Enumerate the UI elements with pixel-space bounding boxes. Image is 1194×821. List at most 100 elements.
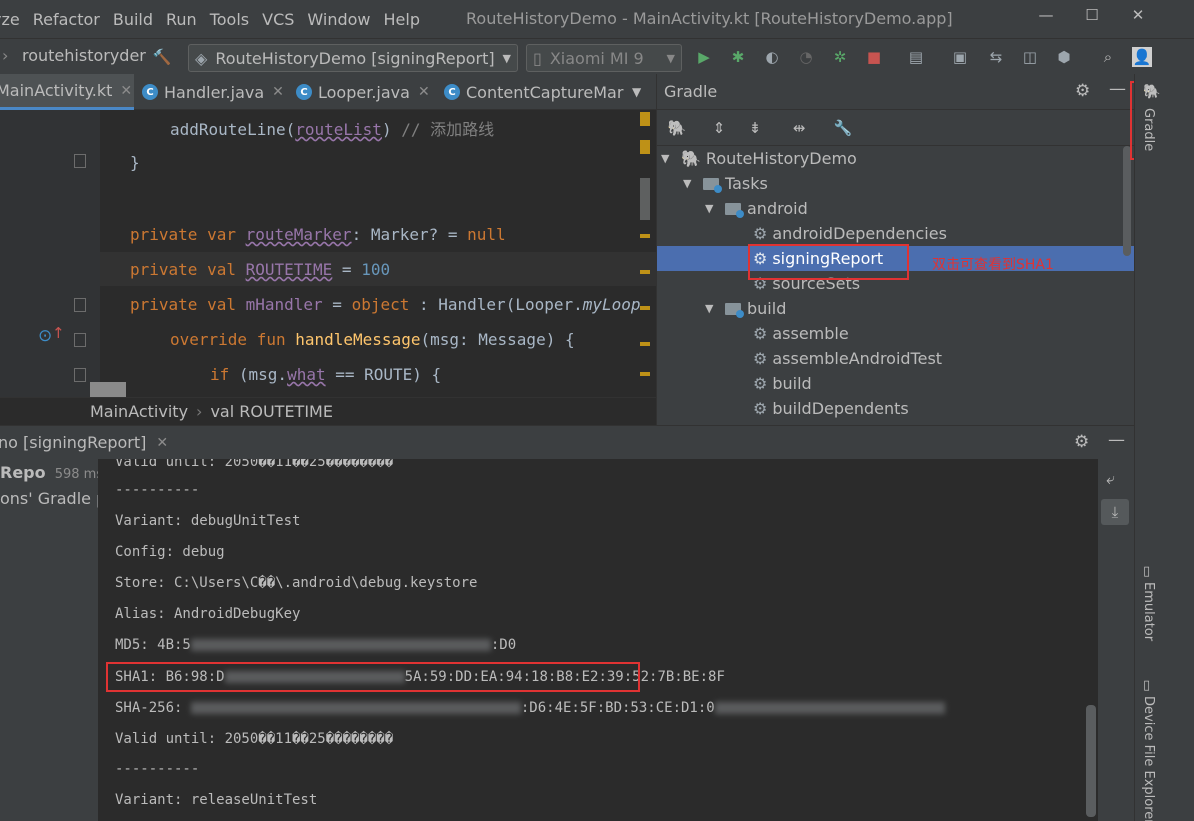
menu-window[interactable]: Window <box>307 10 370 29</box>
resource-icon[interactable]: ⬢ <box>1054 47 1074 67</box>
tab-label: Handler.java <box>164 82 265 102</box>
device-select[interactable]: ▯ Xiaomi MI 9 ▼ <box>526 44 682 72</box>
tree-item-androiddependencies[interactable]: ⚙ androidDependencies <box>753 221 947 246</box>
avatar[interactable]: 👤 <box>1132 47 1152 67</box>
fold-icon[interactable] <box>74 154 86 168</box>
sync-icon[interactable]: ▤ <box>906 47 926 67</box>
warning-marker[interactable] <box>640 306 650 310</box>
tab-looper[interactable]: C Looper.java ✕ <box>296 74 430 110</box>
breadcrumb-member[interactable]: val ROUTETIME <box>210 402 333 421</box>
override-marker-icon[interactable]: ⊙ <box>38 326 52 346</box>
run-config-select[interactable]: ◈ RouteHistoryDemo [signingReport] ▼ <box>188 44 518 72</box>
scroll-to-end-icon[interactable]: ⤓ <box>1101 499 1129 525</box>
menu-bar: yze Refactor Build Run Tools VCS Window … <box>0 0 1194 38</box>
gear-icon: ⚙ <box>753 399 768 418</box>
highlight-box-signingreport <box>748 244 909 280</box>
expand-all-icon[interactable]: ⇕ <box>709 118 729 138</box>
code-line-4: private val ROUTETIME = 100 <box>130 260 391 279</box>
warning-marker[interactable] <box>640 140 650 154</box>
debug-icon[interactable]: ✱ <box>728 47 748 67</box>
console-output[interactable]: Valid until: 2050��11��25�������� ------… <box>98 459 1098 821</box>
menu-analyze[interactable]: yze <box>0 10 20 29</box>
attach-debugger-icon[interactable]: ✲ <box>830 47 850 67</box>
menu-refactor[interactable]: Refactor <box>33 10 100 29</box>
highlight-box-sha1 <box>106 662 640 692</box>
hide-panel-icon[interactable]: — <box>1108 430 1125 450</box>
gradle-title: Gradle <box>664 82 718 101</box>
warning-marker[interactable] <box>640 342 650 346</box>
tab-mainactivity[interactable]: MainActivity.kt ✕ <box>0 74 134 110</box>
close-window-button[interactable]: ✕ <box>1128 6 1148 26</box>
wrench-icon[interactable]: 🔧 <box>833 118 853 138</box>
warning-marker[interactable] <box>640 234 650 238</box>
breadcrumb-class[interactable]: MainActivity <box>90 402 188 421</box>
tree-item-tasks[interactable]: ▼ Tasks <box>683 171 768 196</box>
fold-icon[interactable] <box>74 298 86 312</box>
console-line: Store: C:\Users\C��\.android\debug.keyst… <box>115 575 478 591</box>
run-tab-label[interactable]: no [signingReport] <box>0 433 146 452</box>
emulator-tool-tab[interactable]: Emulator <box>1141 582 1156 641</box>
chevron-down-icon: ▼ <box>666 51 675 65</box>
tree-item-builddependents[interactable]: ⚙ buildDependents <box>753 396 909 421</box>
horizontal-scrollbar[interactable] <box>90 382 126 397</box>
warning-marker[interactable] <box>640 372 650 376</box>
close-icon[interactable]: ✕ <box>156 435 168 451</box>
class-icon: C <box>142 84 158 100</box>
maximize-button[interactable]: ☐ <box>1082 6 1102 26</box>
minimize-button[interactable]: — <box>1036 6 1056 26</box>
layout-inspector-icon[interactable]: ◫ <box>1020 47 1040 67</box>
soft-wrap-icon[interactable]: ⤶ <box>1106 469 1115 489</box>
fold-icon[interactable] <box>74 368 86 382</box>
tree-item-android[interactable]: ▼ android <box>705 196 808 221</box>
gradle-tool-tab[interactable]: Gradle <box>1141 108 1156 151</box>
close-icon[interactable]: ✕ <box>418 84 430 100</box>
run-icon[interactable]: ▶ <box>694 47 714 67</box>
menu-vcs[interactable]: VCS <box>262 10 294 29</box>
tree-item-build-folder[interactable]: ▼ build <box>705 296 786 321</box>
scroll-thumb[interactable] <box>640 178 650 220</box>
menu-tools[interactable]: Tools <box>210 10 249 29</box>
warning-marker[interactable] <box>640 112 650 126</box>
device-explorer-tool-tab[interactable]: Device File Explorer <box>1141 696 1156 821</box>
chevron-right-icon: › <box>2 46 9 65</box>
elephant-reload-icon[interactable]: 🐘 <box>667 118 687 138</box>
project-name[interactable]: routehistoryder <box>22 46 146 65</box>
menu-build[interactable]: Build <box>113 10 153 29</box>
run-tree-item[interactable]: Repo 598 ms <box>0 463 98 482</box>
offline-mode-icon[interactable]: ⇹ <box>789 118 809 138</box>
tab-contentcapture[interactable]: C ContentCaptureMar <box>444 74 623 110</box>
gradle-scrollbar[interactable] <box>1123 146 1131 256</box>
gear-icon[interactable]: ⚙ <box>1074 432 1089 452</box>
tab-handler[interactable]: C Handler.java ✕ <box>142 74 284 110</box>
stop-icon[interactable]: ■ <box>864 47 884 67</box>
tab-overflow-chevron-icon[interactable]: ▼ <box>632 74 641 110</box>
hide-panel-icon[interactable]: — <box>1109 79 1126 99</box>
sdk-manager-icon[interactable]: ⇆ <box>986 47 1006 67</box>
collapse-all-icon[interactable]: ⇟ <box>745 118 765 138</box>
avd-manager-icon[interactable]: ▣ <box>950 47 970 67</box>
console-line: Config: debug <box>115 544 225 560</box>
tree-item-assembleandroidtest[interactable]: ⚙ assembleAndroidTest <box>753 346 942 371</box>
close-icon[interactable]: ✕ <box>272 84 284 100</box>
coverage-icon[interactable]: ◐ <box>762 47 782 67</box>
menu-run[interactable]: Run <box>166 10 197 29</box>
warning-marker[interactable] <box>640 270 650 274</box>
hammer-icon[interactable]: 🔨 <box>152 47 172 67</box>
menu-help[interactable]: Help <box>384 10 420 29</box>
elephant-icon: 🐘 <box>1143 84 1161 100</box>
close-icon[interactable]: ✕ <box>120 83 132 99</box>
fold-icon[interactable] <box>74 333 86 347</box>
breadcrumb: MainActivity › val ROUTETIME <box>0 397 656 425</box>
device-icon: ▯ <box>1143 678 1151 693</box>
emulator-icon: ▯ <box>1143 564 1151 579</box>
tree-item-build[interactable]: ⚙ build <box>753 371 812 396</box>
console-toolbar: ⤶ ⤓ <box>1098 459 1134 821</box>
console-scrollbar[interactable] <box>1086 705 1096 817</box>
code-editor[interactable]: ⊙ ↑ addRouteLine(routeList) // 添加路线 } pr… <box>0 110 656 397</box>
gear-icon[interactable]: ⚙ <box>1075 81 1090 101</box>
profile-icon[interactable]: ◔ <box>796 47 816 67</box>
tree-item-project[interactable]: ▼ 🐘 RouteHistoryDemo <box>661 146 857 171</box>
tree-item-assemble[interactable]: ⚙ assemble <box>753 321 849 346</box>
editor-tabs: MainActivity.kt ✕ C Handler.java ✕ C Loo… <box>0 74 656 110</box>
search-icon[interactable]: ⌕ <box>1098 47 1118 67</box>
